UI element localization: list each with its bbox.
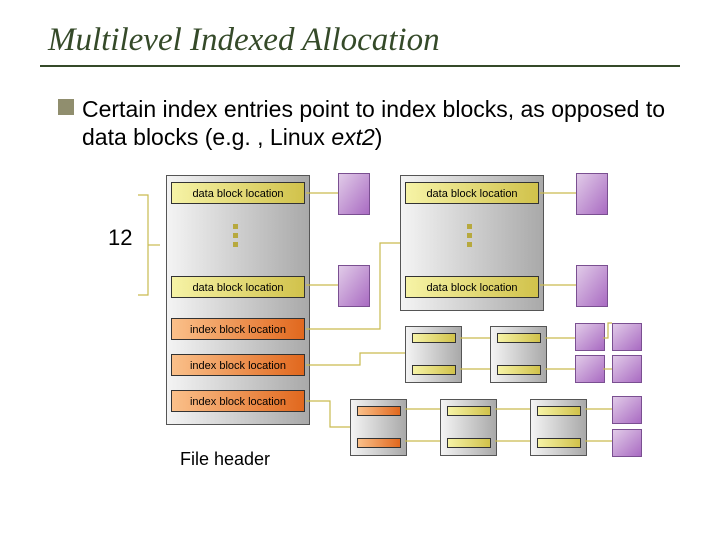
data-block [576,265,608,307]
data-block [575,323,605,351]
data-block [338,173,370,215]
data-block [612,429,642,457]
bullet-text: Certain index entries point to index blo… [82,95,680,151]
data-slot: data block location [171,182,305,204]
data-block [576,173,608,215]
index-slot: index block location [171,390,305,412]
mini-data-bar [537,406,581,416]
mini-data-bar [412,333,456,343]
indirect-block [530,399,587,456]
bullet-item: Certain index entries point to index blo… [58,95,680,151]
mini-data-bar [497,365,541,375]
indirect-block [490,326,547,383]
mini-data-bar [537,438,581,448]
mini-data-bar [497,333,541,343]
ellipsis-icon [467,224,472,247]
data-block [612,323,642,351]
mini-data-bar [412,365,456,375]
data-slot: data block location [171,276,305,298]
index-slot: index block location [171,354,305,376]
index-slot: index block location [171,318,305,340]
bullet-marker [58,99,74,115]
mini-index-bar [357,438,401,448]
inode-block: data block location data block location … [166,175,310,425]
data-block [575,355,605,383]
mini-data-bar [447,438,491,448]
single-indirect-block: data block location data block location [400,175,544,311]
data-block [338,265,370,307]
mini-data-bar [447,406,491,416]
slide-title: Multilevel Indexed Allocation [0,0,720,59]
data-slot: data block location [405,276,539,298]
data-block [612,355,642,383]
diagram-area: 12 File header data block location data … [0,151,720,491]
mini-index-bar [357,406,401,416]
title-underline [40,65,680,67]
file-header-label: File header [180,449,270,470]
indirect-block [350,399,407,456]
direct-count-label: 12 [108,225,132,251]
data-slot: data block location [405,182,539,204]
data-block [612,396,642,424]
indirect-block [440,399,497,456]
ellipsis-icon [233,224,238,247]
indirect-block [405,326,462,383]
